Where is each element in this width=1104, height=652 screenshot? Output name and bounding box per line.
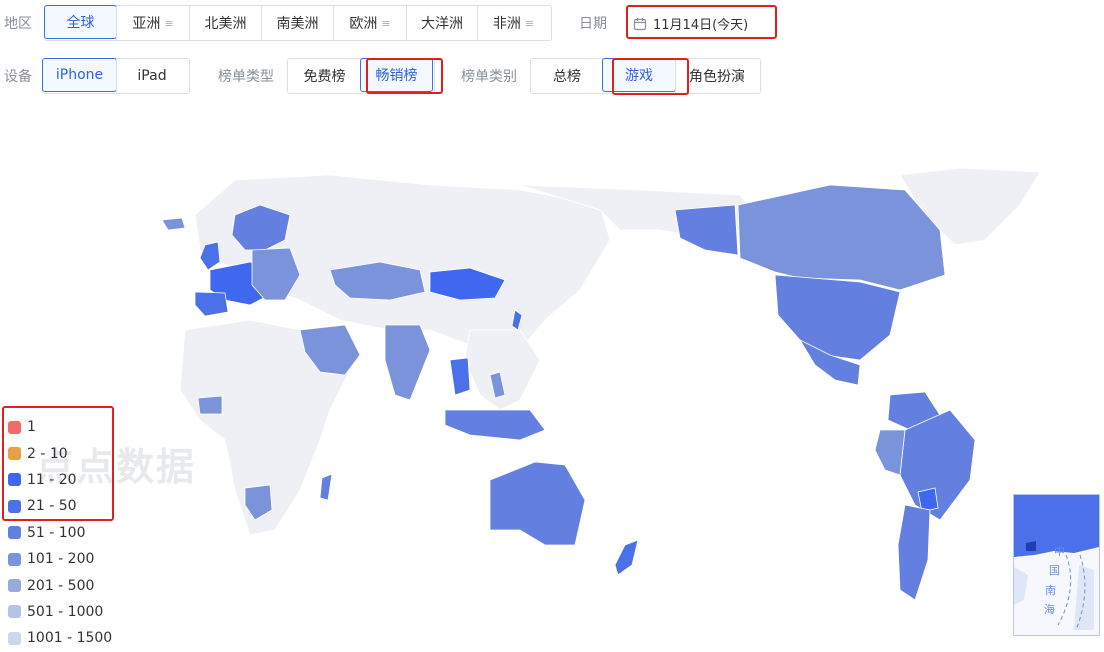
map-country-indonesia: [444, 409, 546, 441]
inset-char: 国: [1049, 564, 1060, 577]
inset-char: 海: [1044, 603, 1055, 616]
map-country-australia: [489, 461, 586, 546]
legend-item[interactable]: 501 - 1000: [8, 599, 112, 625]
map-country-peru: [874, 429, 906, 476]
south-china-sea-inset: 中 国 南 海: [1013, 494, 1100, 636]
map-country-alaska: [674, 204, 739, 256]
map-country-iceland: [161, 217, 186, 231]
world-map[interactable]: [0, 0, 1104, 645]
legend-item[interactable]: 51 - 100: [8, 520, 112, 546]
legend-swatch: [8, 631, 21, 645]
map-country-madagascar: [319, 473, 333, 501]
legend-item[interactable]: 1001 - 1500: [8, 625, 112, 651]
legend-swatch: [8, 526, 21, 540]
map-country-iberia: [194, 291, 229, 317]
legend-swatch: [8, 605, 21, 619]
inset-char: 南: [1045, 584, 1056, 597]
map-country-canada: [737, 184, 946, 291]
legend-item[interactable]: 201 - 500: [8, 572, 112, 598]
legend-highlight-box: [2, 406, 114, 521]
map-country-thailand: [449, 357, 471, 396]
map-land-south-asia-gray: [464, 329, 541, 411]
legend-swatch: [8, 552, 21, 566]
map-country-west-africa: [197, 395, 223, 415]
map-country-india: [384, 324, 431, 401]
inset-char: 中: [1054, 545, 1065, 558]
map-country-usa: [774, 274, 901, 361]
map-country-argentina: [897, 504, 931, 601]
legend-swatch: [8, 579, 21, 593]
legend-item[interactable]: 101 - 200: [8, 546, 112, 572]
map-country-new-zealand: [614, 539, 639, 576]
